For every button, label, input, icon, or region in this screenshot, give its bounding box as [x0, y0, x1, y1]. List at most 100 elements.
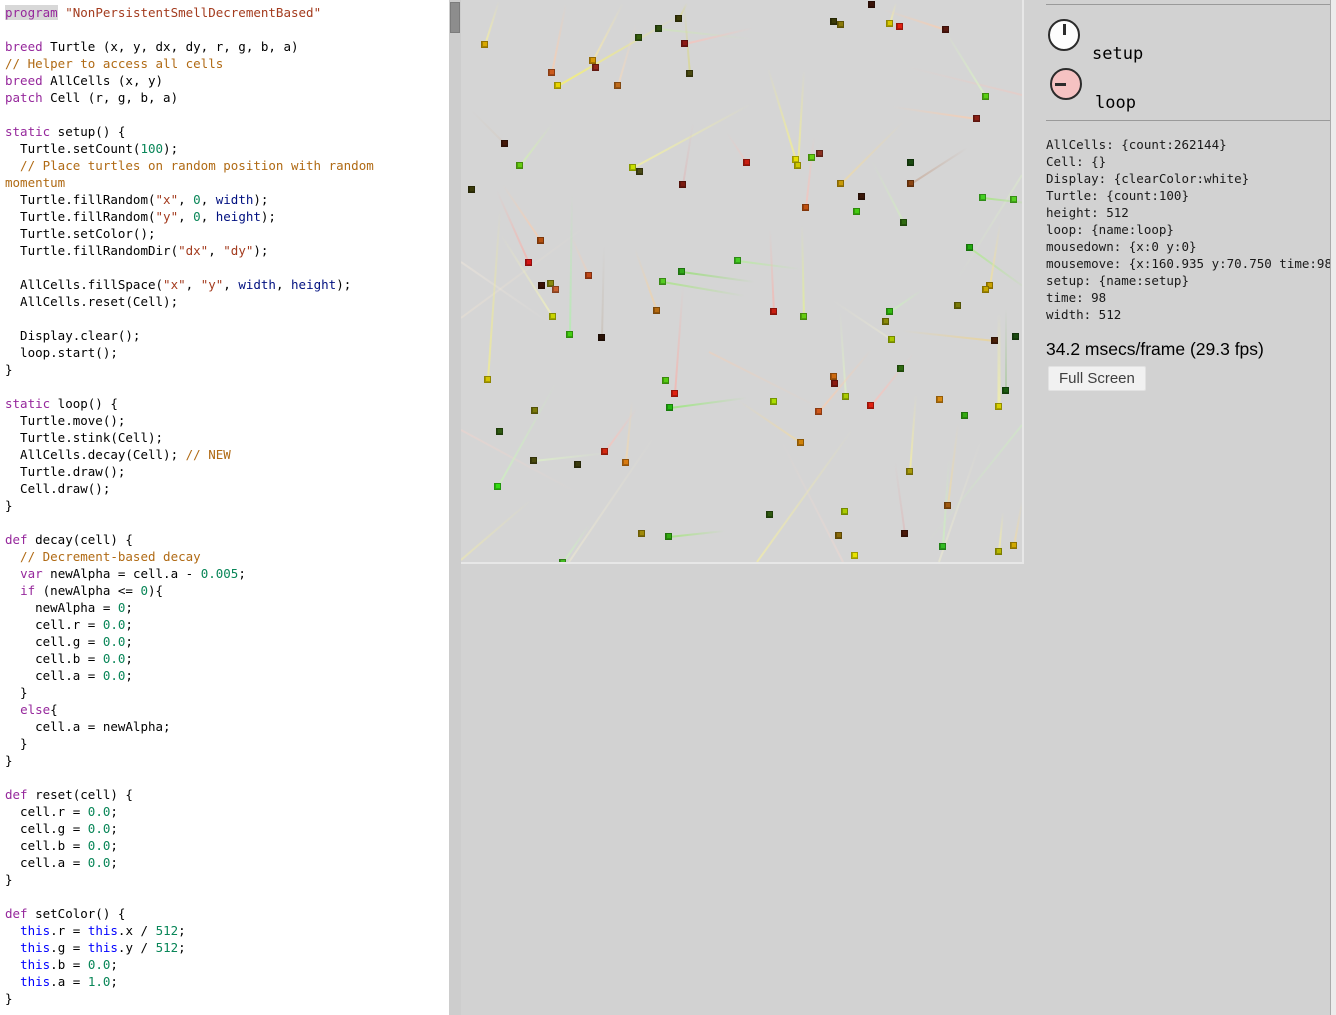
- smell-trail: [461, 499, 532, 561]
- smell-trail: [461, 429, 576, 493]
- turtle: [1010, 196, 1017, 203]
- code-line: momentum: [5, 174, 449, 191]
- turtle: [675, 15, 682, 22]
- code-line: this.b = 0.0;: [5, 956, 449, 973]
- turtle: [1012, 333, 1019, 340]
- code-line: if (newAlpha <= 0){: [5, 582, 449, 599]
- smell-trail: [487, 209, 501, 379]
- loop-knob-pointer-icon: [1055, 83, 1066, 86]
- code-line: }: [5, 684, 449, 701]
- code-line: [5, 21, 449, 38]
- code-line: cell.a = 0.0;: [5, 854, 449, 871]
- code-line: breed AllCells (x, y): [5, 72, 449, 89]
- code-line: }: [5, 497, 449, 514]
- smell-trail: [956, 174, 1023, 280]
- turtle: [559, 559, 566, 564]
- loop-button-label[interactable]: loop: [1095, 93, 1136, 113]
- turtle: [554, 82, 561, 89]
- smell-trail: [894, 461, 906, 533]
- debug-line: height: 512: [1046, 204, 1330, 221]
- smell-trail: [871, 160, 905, 223]
- turtle: [835, 532, 842, 539]
- turtle: [734, 257, 741, 264]
- code-line: cell.a = newAlpha;: [5, 718, 449, 735]
- smell-trail: [674, 285, 684, 393]
- turtle: [659, 278, 666, 285]
- smell-trail: [668, 530, 724, 538]
- smell-trail: [870, 353, 914, 406]
- code-line: this.g = this.y / 512;: [5, 939, 449, 956]
- smell-trail: [634, 248, 658, 311]
- frame-rate-readout: 34.2 msecs/frame (29.3 fps): [1046, 339, 1264, 360]
- turtle: [592, 64, 599, 71]
- turtle: [629, 164, 636, 171]
- turtle: [681, 40, 688, 47]
- turtle: [942, 26, 949, 33]
- smell-trail: [500, 234, 554, 317]
- smell-trail: [737, 260, 799, 270]
- code-line: AllCells.decay(Cell); // NEW: [5, 446, 449, 463]
- code-line: // Decrement-based decay: [5, 548, 449, 565]
- editor-scrollbar-thumb[interactable]: [450, 2, 460, 33]
- code-line: Cell.draw();: [5, 480, 449, 497]
- smell-trail: [902, 330, 994, 342]
- turtle: [468, 186, 475, 193]
- turtle: [842, 393, 849, 400]
- turtle: [635, 34, 642, 41]
- turtle: [662, 377, 669, 384]
- code-line: Turtle.move();: [5, 412, 449, 429]
- turtle: [897, 365, 904, 372]
- smell-trail: [818, 349, 872, 412]
- turtle: [601, 448, 608, 455]
- turtle: [888, 336, 895, 343]
- editor-scrollbar[interactable]: [449, 0, 461, 1015]
- debug-line: width: 512: [1046, 306, 1330, 323]
- setup-button-label[interactable]: setup: [1092, 44, 1143, 64]
- debug-line: setup: {name:setup}: [1046, 272, 1330, 289]
- code-editor[interactable]: program "NonPersistentSmellDecrementBase…: [0, 0, 449, 1015]
- full-screen-button[interactable]: Full Screen: [1048, 366, 1146, 391]
- code-line: Turtle.draw();: [5, 463, 449, 480]
- page-scrollbar[interactable]: [1330, 0, 1336, 1015]
- turtle: [979, 194, 986, 201]
- turtle: [815, 408, 822, 415]
- turtle: [841, 508, 848, 515]
- smell-trail: [662, 281, 744, 297]
- code-line: [5, 106, 449, 123]
- setup-knob-pointer-icon: [1063, 24, 1066, 35]
- code-line: }: [5, 752, 449, 769]
- turtle: [982, 286, 989, 293]
- smell-trail: [756, 429, 853, 562]
- setup-knob-button[interactable]: [1048, 19, 1080, 51]
- turtle: [501, 140, 508, 147]
- smell-trail: [533, 452, 607, 462]
- code-line: def reset(cell) {: [5, 786, 449, 803]
- turtle: [622, 459, 629, 466]
- turtle: [800, 313, 807, 320]
- turtle: [991, 337, 998, 344]
- code-line: Turtle.fillRandom("y", 0, height);: [5, 208, 449, 225]
- debug-line: Display: {clearColor:white}: [1046, 170, 1330, 187]
- turtle: [481, 41, 488, 48]
- smell-trail: [484, 0, 500, 45]
- turtle: [936, 396, 943, 403]
- smell-trail: [892, 106, 976, 120]
- code-line: cell.g = 0.0;: [5, 633, 449, 650]
- turtle: [770, 398, 777, 405]
- turtle: [901, 530, 908, 537]
- smell-trail: [601, 245, 605, 337]
- smell-trail: [569, 195, 573, 335]
- turtle: [896, 23, 903, 30]
- simulation-canvas[interactable]: [461, 0, 1024, 564]
- code-line: // Place turtles on random position with…: [5, 157, 449, 174]
- turtle: [585, 272, 592, 279]
- turtle: [653, 307, 660, 314]
- smell-trail: [969, 247, 1024, 291]
- code-line: cell.b = 0.0;: [5, 837, 449, 854]
- debug-line: time: 98: [1046, 289, 1330, 306]
- loop-knob-button[interactable]: [1050, 68, 1082, 100]
- smell-trail: [470, 109, 505, 144]
- code-line: Turtle.fillRandom("x", 0, width);: [5, 191, 449, 208]
- panel-divider-bottom: [1046, 120, 1330, 121]
- smell-trail: [910, 147, 967, 185]
